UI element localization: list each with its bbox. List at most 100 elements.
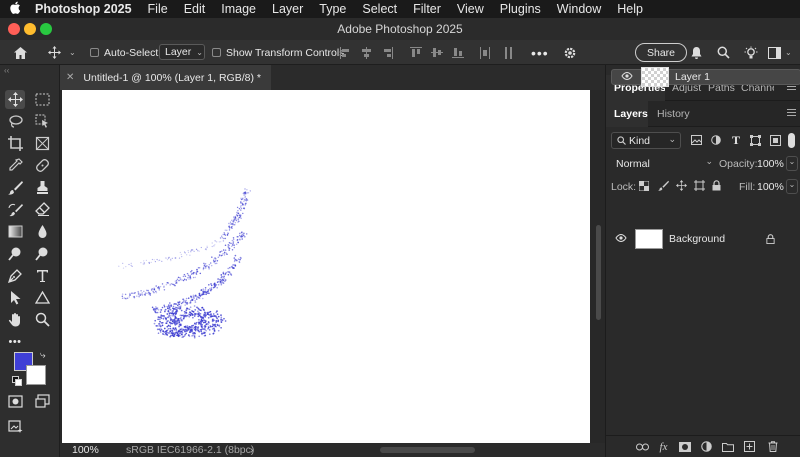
menu-view[interactable]: View	[449, 2, 492, 16]
lock-artboard-icon[interactable]	[694, 180, 705, 194]
history-brush-icon[interactable]	[5, 200, 25, 219]
filter-shape-icon[interactable]	[750, 135, 761, 149]
layer-effects-fx-icon[interactable]: fx	[657, 440, 670, 453]
default-colors-icon[interactable]	[12, 376, 22, 389]
align-vertical-center-icon[interactable]	[431, 40, 443, 65]
layer-row-layer-1[interactable]: Layer 1	[611, 67, 800, 87]
search-icon[interactable]	[717, 40, 730, 65]
home-icon[interactable]	[13, 40, 28, 65]
filter-smart-object-icon[interactable]	[770, 135, 781, 149]
menu-edit[interactable]: Edit	[176, 2, 214, 16]
align-right-icon[interactable]	[382, 40, 393, 65]
dodge-tool-alt-icon[interactable]	[32, 244, 52, 263]
visibility-eye-icon[interactable]	[615, 233, 627, 245]
layer-name[interactable]: Background	[669, 233, 725, 245]
discover-lightbulb-icon[interactable]	[744, 40, 758, 65]
bell-icon[interactable]	[690, 40, 703, 65]
type-icon[interactable]	[32, 266, 52, 285]
layer-name[interactable]: Layer 1	[675, 71, 710, 83]
shape-icon[interactable]	[32, 288, 52, 307]
frame-icon[interactable]	[32, 134, 52, 153]
zoom-icon[interactable]	[32, 310, 52, 329]
screen-mode-icon[interactable]	[32, 392, 52, 411]
workspace-chevron-down-icon[interactable]: ⌄	[785, 40, 792, 65]
blur-icon[interactable]	[32, 222, 52, 241]
document-tab[interactable]: ✕ Untitled-1 @ 100% (Layer 1, RGB/8) *	[60, 65, 271, 90]
opacity-chevron-down-icon[interactable]: ⌄	[786, 156, 798, 171]
dodge-icon[interactable]	[5, 244, 25, 263]
opacity-value[interactable]: 100%	[757, 158, 784, 170]
filter-toggle-switch[interactable]	[788, 133, 795, 148]
preset-chevron-down-icon[interactable]: ⌄	[69, 40, 76, 65]
add-mask-icon[interactable]	[678, 440, 691, 453]
blend-mode-dropdown[interactable]: Normal ⌄	[611, 155, 717, 172]
layers-panel-menu-icon[interactable]	[787, 109, 796, 118]
move-icon[interactable]	[5, 90, 25, 109]
pen-icon[interactable]	[5, 266, 25, 285]
new-group-folder-icon[interactable]	[721, 440, 734, 453]
vertical-scrollbar[interactable]	[596, 225, 601, 320]
share-button[interactable]: Share	[635, 43, 688, 62]
status-chevron-right-icon[interactable]: ›	[250, 443, 254, 457]
auto-select-checkbox[interactable]	[90, 40, 104, 65]
link-layers-icon[interactable]	[636, 440, 649, 453]
move-tool-preset-icon[interactable]	[48, 40, 61, 65]
show-transform-checkbox[interactable]	[212, 40, 226, 65]
close-window-button[interactable]	[8, 23, 20, 35]
menu-layer[interactable]: Layer	[264, 2, 311, 16]
menu-window[interactable]: Window	[549, 2, 609, 16]
menu-plugins[interactable]: Plugins	[492, 2, 549, 16]
menu-app-name[interactable]: Photoshop 2025	[30, 2, 140, 16]
background-color-swatch[interactable]	[26, 365, 46, 385]
align-left-icon[interactable]	[340, 40, 351, 65]
distribute-icon[interactable]	[480, 40, 490, 65]
lock-transparent-pixels-icon[interactable]	[638, 180, 650, 194]
eraser-icon[interactable]	[32, 200, 52, 219]
tab-history[interactable]: History	[657, 101, 697, 127]
zoom-level[interactable]: 100%	[72, 443, 99, 457]
align-top-icon[interactable]	[410, 40, 422, 65]
clone-stamp-icon[interactable]	[32, 178, 52, 197]
gear-icon[interactable]	[563, 40, 577, 65]
align-horizontal-center-icon[interactable]	[361, 40, 372, 65]
close-tab-icon[interactable]: ✕	[66, 72, 74, 83]
tab-layers[interactable]: Layers	[606, 101, 648, 127]
healing-brush-icon[interactable]	[32, 156, 52, 175]
more-tools-icon[interactable]: •••	[5, 332, 25, 351]
adjustment-layer-icon[interactable]	[700, 440, 713, 453]
generative-icon[interactable]	[5, 417, 25, 436]
menu-help[interactable]: Help	[609, 2, 651, 16]
filter-adjustment-icon[interactable]	[711, 135, 721, 148]
filter-image-icon[interactable]	[691, 135, 702, 148]
quick-mask-icon[interactable]	[5, 392, 25, 411]
layer-row-background[interactable]: Background	[611, 226, 800, 252]
menu-select[interactable]: Select	[354, 2, 405, 16]
visibility-eye-icon[interactable]	[621, 71, 633, 83]
horizontal-scrollbar[interactable]	[380, 447, 475, 453]
apple-menu-icon[interactable]	[0, 1, 30, 17]
filter-kind-dropdown[interactable]: Kind ⌄	[611, 132, 681, 149]
lock-image-pixels-icon[interactable]	[658, 180, 669, 194]
path-select-icon[interactable]	[5, 288, 25, 307]
document-canvas[interactable]	[62, 90, 590, 443]
align-bottom-icon[interactable]	[452, 40, 464, 65]
new-layer-icon[interactable]	[743, 440, 756, 453]
brush-icon[interactable]	[5, 178, 25, 197]
menu-image[interactable]: Image	[213, 2, 264, 16]
zoom-window-button[interactable]	[40, 23, 52, 35]
auto-select-dropdown[interactable]: Layer ⌄	[159, 44, 205, 60]
lasso-icon[interactable]	[5, 112, 25, 131]
minimize-window-button[interactable]	[24, 23, 36, 35]
crop-icon[interactable]	[5, 134, 25, 153]
fill-value[interactable]: 100%	[757, 181, 784, 193]
menu-filter[interactable]: Filter	[405, 2, 449, 16]
menu-file[interactable]: File	[140, 2, 176, 16]
delete-layer-trash-icon[interactable]	[766, 440, 779, 453]
distribute-spacing-icon[interactable]	[504, 40, 514, 65]
swap-colors-icon[interactable]: ⤷	[40, 350, 46, 361]
object-select-icon[interactable]	[32, 112, 52, 131]
gradient-icon[interactable]	[5, 222, 25, 241]
hand-icon[interactable]	[5, 310, 25, 329]
filter-type-icon[interactable]: T	[732, 133, 740, 148]
fill-chevron-down-icon[interactable]: ⌄	[786, 179, 798, 194]
